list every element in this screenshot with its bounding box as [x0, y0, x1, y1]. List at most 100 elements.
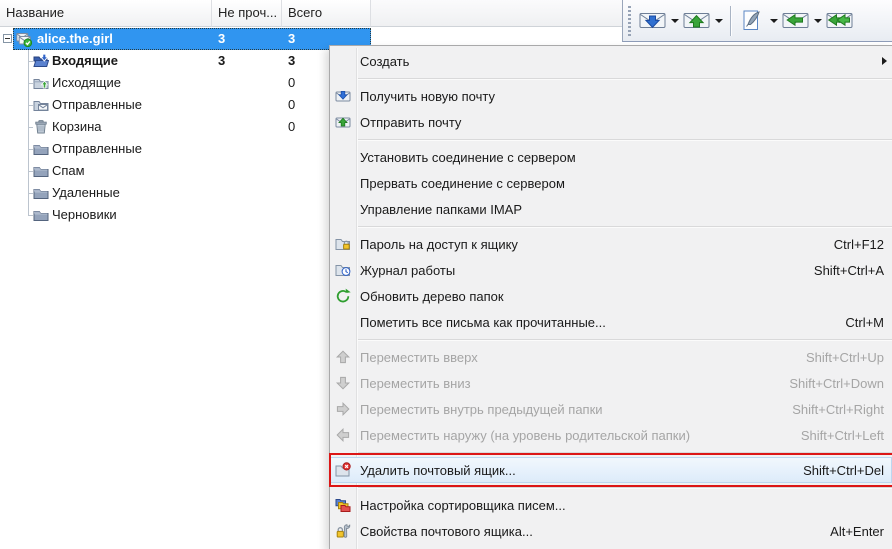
- menu-item-shortcut: Shift+Ctrl+Up: [806, 350, 884, 365]
- menu-item-move-into-previous-folder: Переместить внутрь предыдущей папки Shift…: [330, 396, 892, 422]
- folder-icon: [33, 185, 49, 201]
- folder-total-count: 0: [288, 94, 295, 116]
- delete-mailbox-icon: [335, 462, 351, 478]
- mail-get-icon: [639, 10, 666, 31]
- folder-lock-icon: [335, 236, 351, 252]
- move-out-icon: [335, 427, 351, 443]
- reply-icon: [782, 10, 809, 31]
- mail-send-menu-icon: [335, 114, 351, 130]
- menu-item-create[interactable]: Создать: [330, 48, 892, 74]
- menu-item-imap-folders[interactable]: Управление папками IMAP: [330, 196, 892, 222]
- menu-item-label: Настройка сортировщика писем...: [360, 498, 866, 513]
- menu-item-send-mail[interactable]: Отправить почту: [330, 109, 892, 135]
- menu-item-delete-mailbox[interactable]: Удалить почтовый ящик... Shift+Ctrl+Del: [330, 457, 892, 483]
- menu-item-label: Обновить дерево папок: [360, 289, 866, 304]
- folder-total-count: 3: [288, 50, 295, 72]
- folder-total-count: 0: [288, 72, 295, 94]
- minus-glyph: [5, 38, 10, 39]
- toolbar-button-get-new-mail[interactable]: [637, 4, 668, 38]
- menu-item-shortcut: Shift+Ctrl+Left: [801, 428, 884, 443]
- folder-context-menu: Создать Получить новую почту Отправить поч…: [329, 45, 892, 549]
- folder-total-count: 0: [288, 116, 295, 138]
- menu-item-shortcut: Shift+Ctrl+Del: [803, 463, 884, 478]
- menu-item-move-out-to-parent: Переместить наружу (на уровень родительс…: [330, 422, 892, 448]
- new-message-icon: [738, 10, 765, 31]
- folder-name: Отправленные: [52, 138, 142, 160]
- menu-item-refresh-folder-tree[interactable]: Обновить дерево папок: [330, 283, 892, 309]
- folder-name: Входящие: [52, 50, 118, 72]
- refresh-tree-icon: [335, 288, 351, 304]
- mail-client-window: Название Не проч... Всего alice.the.girl…: [0, 0, 892, 549]
- menu-item-mark-all-read[interactable]: Пометить все письма как прочитанные...Ct…: [330, 309, 892, 335]
- chevron-down-icon[interactable]: [767, 4, 780, 38]
- menu-item-label: Переместить вверх: [360, 350, 788, 365]
- folder-name: Спам: [52, 160, 85, 182]
- sorter-icon: [335, 497, 351, 513]
- menu-separator: [358, 448, 892, 457]
- move-up-icon: [335, 349, 351, 365]
- toolbar-grip[interactable]: [628, 6, 631, 36]
- menu-item-mailbox-properties[interactable]: Свойства почтового ящика... Alt+Enter: [330, 518, 892, 544]
- menu-item-label: Пометить все письма как прочитанные...: [360, 315, 827, 330]
- folder-total-count: 3: [288, 28, 295, 50]
- menu-item-get-mail[interactable]: Получить новую почту: [330, 83, 892, 109]
- folder-name: Корзина: [52, 116, 102, 138]
- mail-toolbar: [622, 0, 892, 42]
- menu-item-label: Свойства почтового ящика...: [360, 524, 812, 539]
- menu-item-label: Управление папками IMAP: [360, 202, 866, 217]
- folder-name: alice.the.girl: [37, 28, 113, 50]
- toolbar-button-new-message[interactable]: [736, 4, 767, 38]
- folder-name: Исходящие: [52, 72, 121, 94]
- folder-icon: [33, 141, 49, 157]
- account-icon: [16, 31, 32, 47]
- toolbar-button-reply-all[interactable]: [824, 4, 855, 38]
- move-down-icon: [335, 375, 351, 391]
- menu-item-label: Установить соединение с сервером: [360, 150, 866, 165]
- menu-item-work-log[interactable]: Журнал работыShift+Ctrl+A: [330, 257, 892, 283]
- expand-collapse-box[interactable]: [3, 34, 12, 43]
- menu-item-label: Переместить внутрь предыдущей папки: [360, 402, 774, 417]
- menu-separator: [358, 222, 892, 231]
- folder-clock-icon: [335, 262, 351, 278]
- folder-icon: [33, 207, 49, 223]
- menu-item-move-up: Переместить вверх Shift+Ctrl+Up: [330, 344, 892, 370]
- menu-item-label: Переместить вниз: [360, 376, 771, 391]
- chevron-down-icon[interactable]: [712, 4, 725, 38]
- move-into-icon: [335, 401, 351, 417]
- menu-item-mail-sorter-setup[interactable]: Настройка сортировщика писем...: [330, 492, 892, 518]
- menu-item-label: Получить новую почту: [360, 89, 866, 104]
- sent-icon: [33, 97, 49, 113]
- menu-item-shortcut: Shift+Ctrl+A: [814, 263, 884, 278]
- menu-item-disconnect-server[interactable]: Прервать соединение с сервером: [330, 170, 892, 196]
- reply-all-icon: [826, 10, 853, 31]
- chevron-down-icon[interactable]: [811, 4, 824, 38]
- toolbar-separator: [730, 6, 731, 36]
- chevron-down-glyph: [671, 19, 679, 23]
- menu-separator: [358, 74, 892, 83]
- menu-item-shortcut: Shift+Ctrl+Right: [792, 402, 884, 417]
- menu-item-shortcut: Ctrl+F12: [834, 237, 884, 252]
- trash-icon: [33, 119, 49, 135]
- mail-send-icon: [683, 10, 710, 31]
- mail-get-menu-icon: [335, 88, 351, 104]
- folder-icon: [33, 163, 49, 179]
- menu-item-move-down: Переместить внизShift+Ctrl+Down: [330, 370, 892, 396]
- chevron-down-icon[interactable]: [668, 4, 681, 38]
- folder-unread-count: 3: [218, 28, 225, 50]
- menu-item-connect-server[interactable]: Установить соединение с сервером: [330, 144, 892, 170]
- menu-separator: [358, 135, 892, 144]
- folder-unread-count: 3: [218, 50, 225, 72]
- menu-item-label: Отправить почту: [360, 115, 866, 130]
- outbox-icon: [33, 75, 49, 91]
- inbox-icon: [33, 53, 49, 69]
- menu-item-label: Удалить почтовый ящик...: [360, 463, 785, 478]
- menu-item-label: Прервать соединение с сервером: [360, 176, 866, 191]
- toolbar-button-reply[interactable]: [780, 4, 811, 38]
- menu-item-mailbox-password[interactable]: Пароль на доступ к ящику Ctrl+F12: [330, 231, 892, 257]
- menu-separator: [358, 483, 892, 492]
- toolbar-button-send-queued-mail[interactable]: [681, 4, 712, 38]
- menu-item-shortcut: Alt+Enter: [830, 524, 884, 539]
- tree-line: [28, 50, 29, 215]
- chevron-down-glyph: [770, 19, 778, 23]
- menu-item-label: Пароль на доступ к ящику: [360, 237, 816, 252]
